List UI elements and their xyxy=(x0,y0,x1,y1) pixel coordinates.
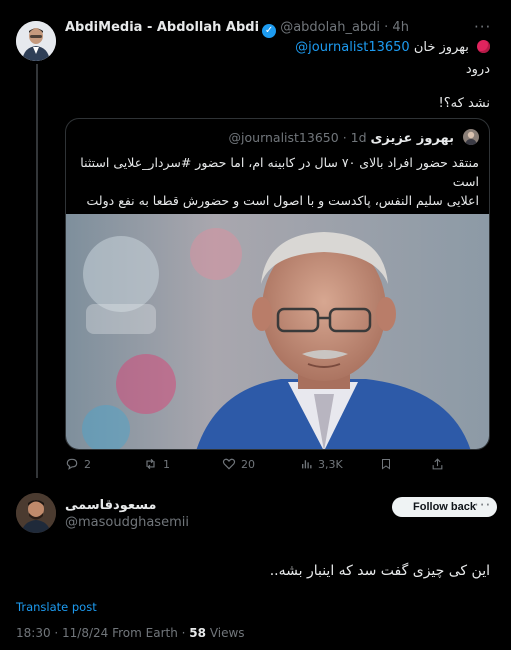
translate-post-link[interactable]: Translate post xyxy=(16,600,97,614)
quote-time[interactable]: · 1d xyxy=(343,130,367,145)
reply-count: 2 xyxy=(84,457,91,471)
reply-views-label: Views xyxy=(209,626,245,640)
tweet-text-line2: نشد که؟! xyxy=(438,96,490,111)
reply-button[interactable]: 2 xyxy=(65,457,91,471)
reply-icon xyxy=(66,458,78,470)
author-handle[interactable]: @abdolah_abdi xyxy=(280,20,380,35)
quote-text-line3: اعلایی سلیم النفس، پاکدست و با اصول است … xyxy=(86,193,479,208)
quoted-tweet-card[interactable]: بهروز عزیزی @journalist13650 · 1d منتقد … xyxy=(65,118,490,450)
tweet-time[interactable]: · 4h xyxy=(384,20,409,35)
quote-photo[interactable] xyxy=(66,214,489,449)
heart-icon xyxy=(222,458,236,470)
tweet-text-line1: درود xyxy=(465,62,490,77)
view-count: 3,3K xyxy=(318,457,343,471)
verified-badge-icon: ✓ xyxy=(262,24,277,38)
red-circle-icon xyxy=(477,40,490,53)
like-button[interactable]: 20 xyxy=(222,457,255,471)
author-avatar[interactable] xyxy=(16,21,56,61)
quote-text-line2: است xyxy=(452,174,479,189)
reply-author-avatar[interactable] xyxy=(16,493,56,533)
reply-author-name[interactable]: مسعودقاسمی xyxy=(65,498,189,513)
reply-text: این کی چیزی گفت سد که اینبار بشه.. xyxy=(269,563,490,579)
reply-views-count: 58 xyxy=(189,626,206,640)
author-name[interactable]: AbdiMedia - Abdollah Abdi xyxy=(65,20,259,35)
quote-text-line1: منتقد حضور افراد بالای ۷۰ سال در کابینه … xyxy=(80,155,479,170)
bookmark-button[interactable] xyxy=(380,457,392,471)
bookmark-icon xyxy=(382,459,390,470)
reply-author-handle[interactable]: @masoudghasemii xyxy=(65,515,189,530)
views-button[interactable]: 3,3K xyxy=(300,457,343,471)
retweet-count: 1 xyxy=(163,457,170,471)
views-chart-icon xyxy=(302,460,312,469)
like-count: 20 xyxy=(241,457,255,471)
thread-line xyxy=(36,64,38,478)
reply-to-name: بهروز خان xyxy=(413,40,469,55)
reply-timestamp[interactable]: 18:30 · 11/8/24 From Earth xyxy=(16,626,178,640)
share-button[interactable] xyxy=(431,457,444,471)
retweet-icon xyxy=(146,458,155,470)
share-icon xyxy=(432,458,443,470)
mention-link[interactable]: @journalist13650 xyxy=(295,40,410,55)
retweet-button[interactable]: 1 xyxy=(143,457,170,471)
quote-handle[interactable]: @journalist13650 xyxy=(229,130,339,145)
quote-avatar[interactable] xyxy=(463,129,479,145)
more-options-icon[interactable]: ··· xyxy=(474,18,491,36)
quote-author-name[interactable]: بهروز عزیزی xyxy=(371,131,455,146)
reply-more-options-icon[interactable]: ··· xyxy=(474,496,491,514)
